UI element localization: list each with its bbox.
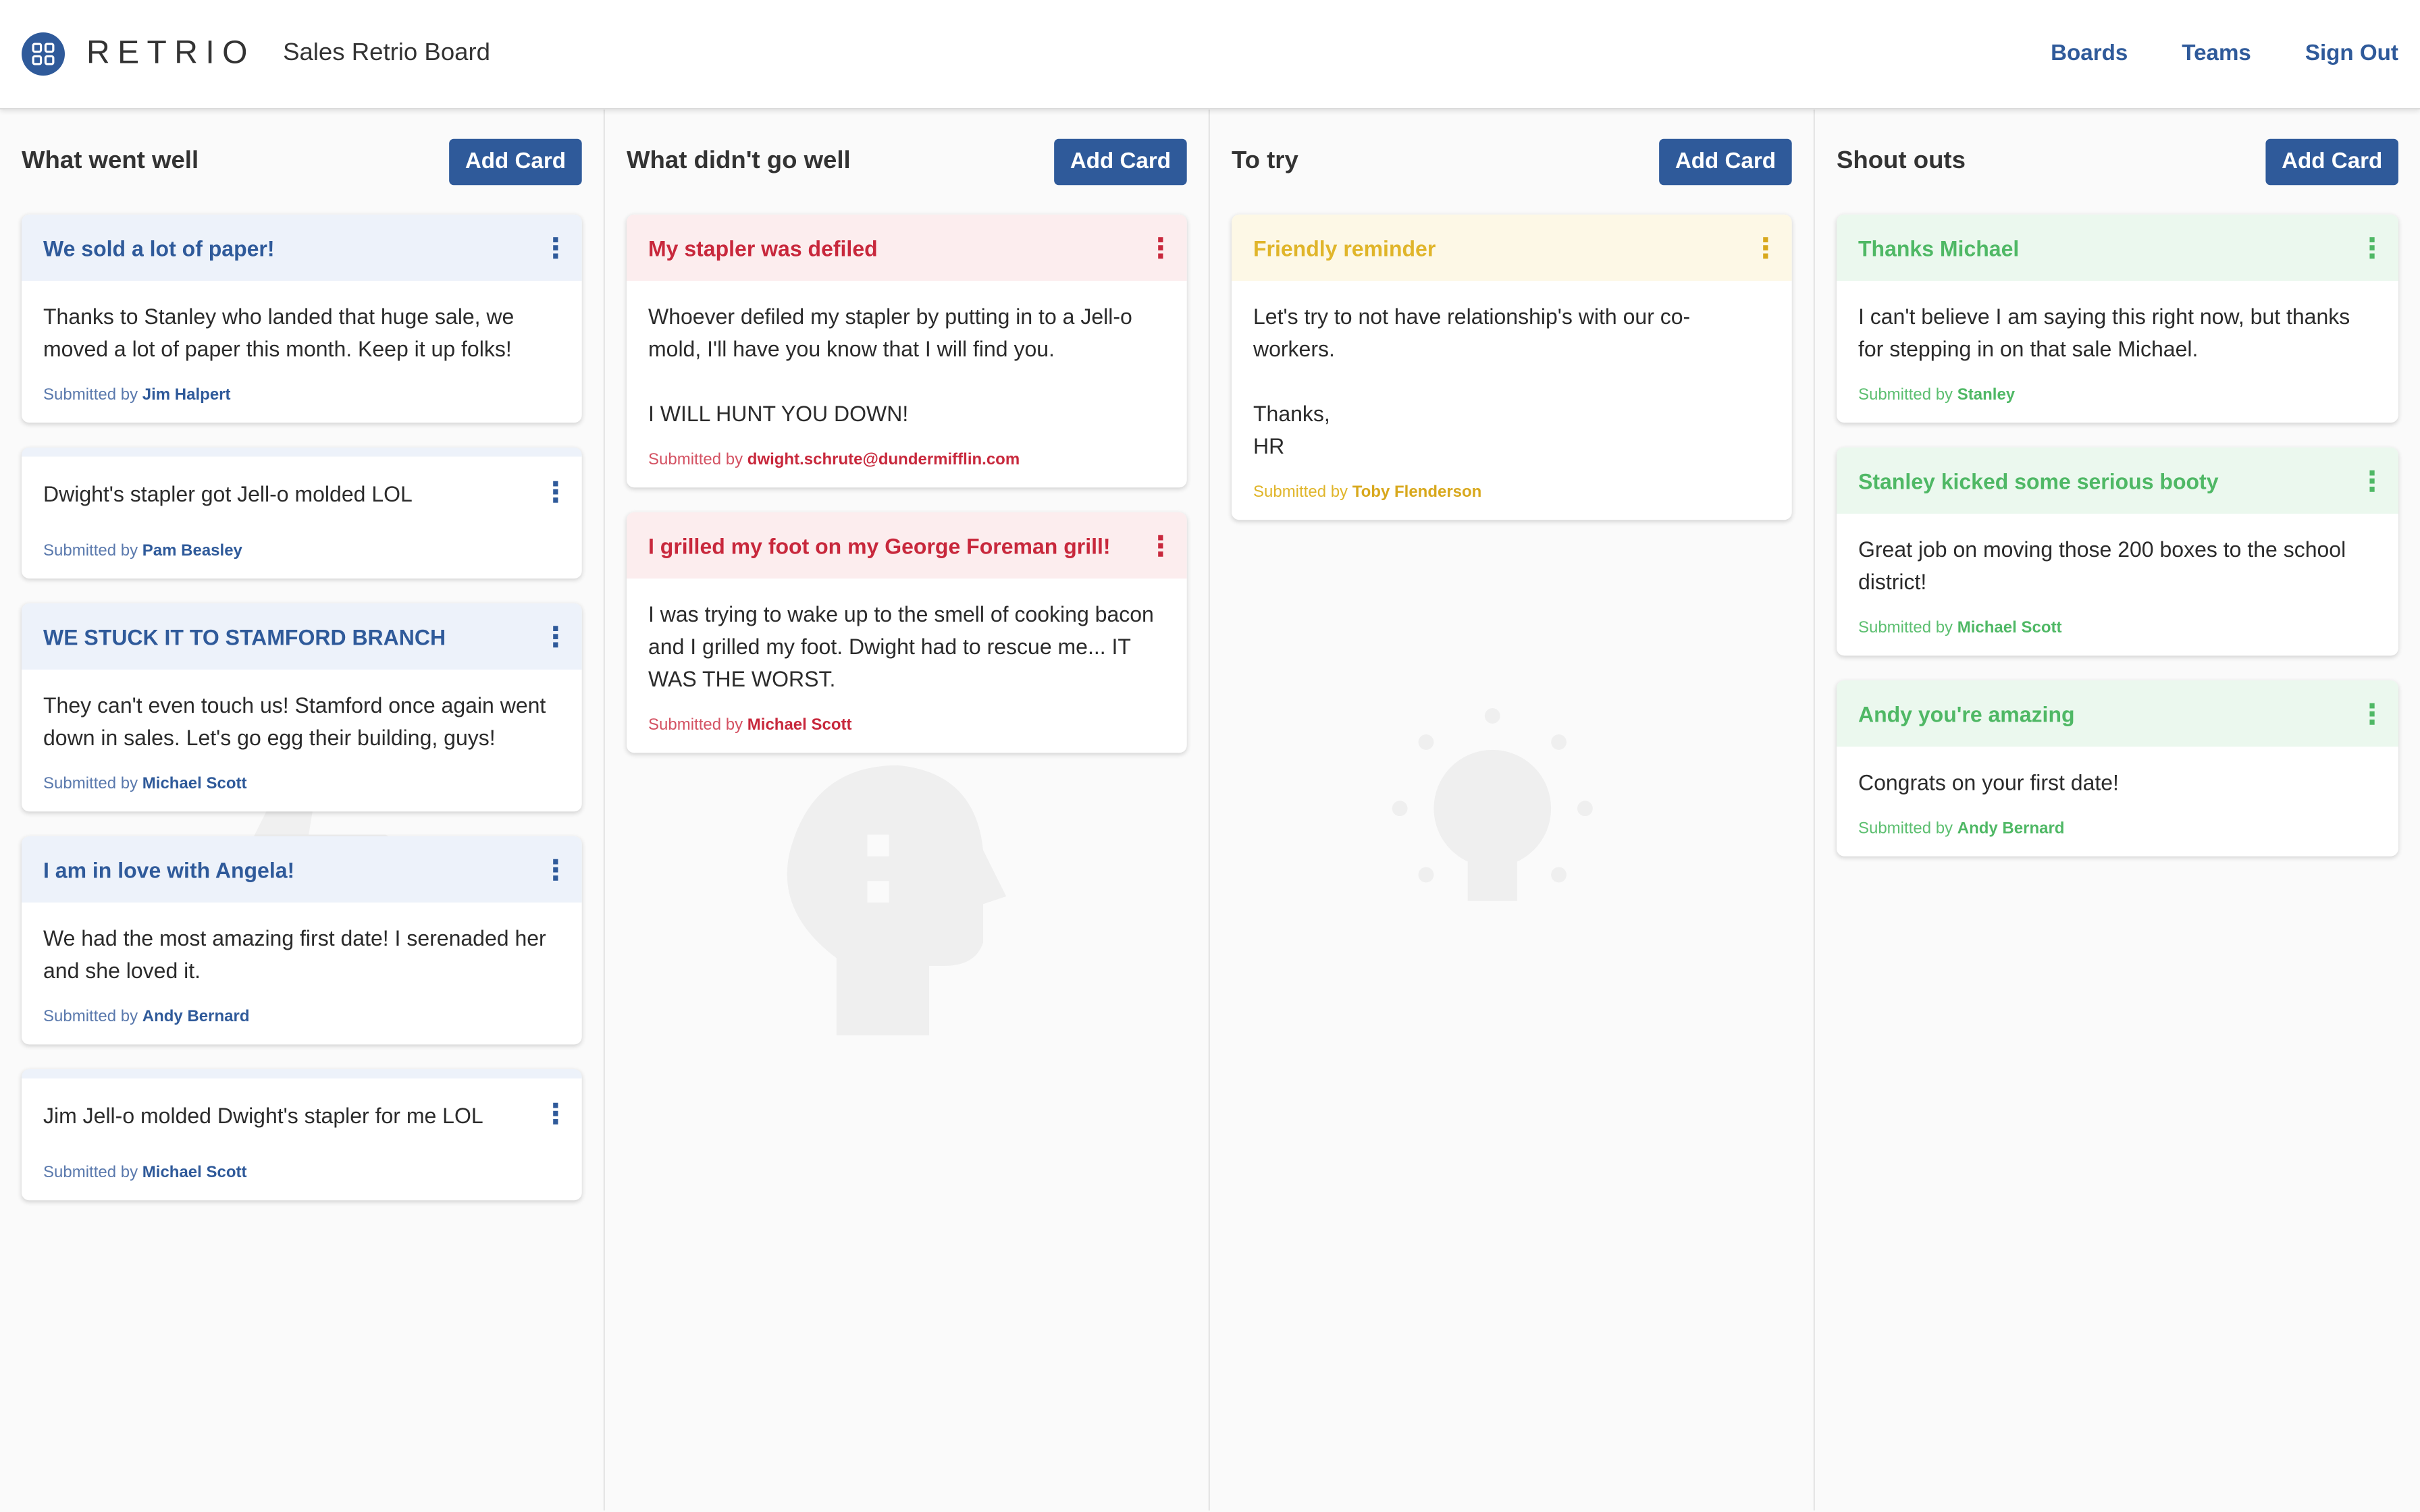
lightbulb-watermark-icon <box>1392 708 1593 901</box>
submitted-by-label: Submitted by <box>648 716 743 734</box>
more-vert-icon[interactable]: ⋮ <box>542 479 569 506</box>
card-submitted-by: Submitted by dwight.schrute@dundermiffli… <box>627 431 1187 488</box>
retro-card[interactable]: Stanley kicked some serious booty ⋮ Great… <box>1836 447 2398 656</box>
more-vert-icon[interactable]: ⋮ <box>1147 531 1174 559</box>
retro-card[interactable]: Dwight's stapler got Jell-o molded LOL ⋮ … <box>21 447 582 579</box>
card-author: Michael Scott <box>142 1163 247 1182</box>
card-title: I grilled my foot on my George Foreman g… <box>648 533 1111 558</box>
more-vert-icon[interactable]: ⋮ <box>542 1100 569 1128</box>
retro-card[interactable]: We sold a lot of paper! ⋮ Thanks to Stanl… <box>21 214 582 423</box>
column-shout-outs: Shout outs Add Card Thanks Michael ⋮ I ca… <box>1815 109 2420 1510</box>
more-vert-icon[interactable]: ⋮ <box>2359 466 2386 494</box>
card-title: WE STUCK IT TO STAMFORD BRANCH <box>43 624 446 649</box>
card-body: Let's try to not have relationship's wit… <box>1253 304 1691 458</box>
submitted-by-label: Submitted by <box>1253 483 1348 502</box>
grid-icon[interactable] <box>21 32 65 76</box>
retro-card[interactable]: Thanks Michael ⋮ I can't believe I am say… <box>1836 214 2398 423</box>
card-author: Andy Bernard <box>1957 819 2065 838</box>
add-card-button[interactable]: Add Card <box>1054 138 1187 186</box>
card-submitted-by: Submitted by Michael Scott <box>22 755 582 812</box>
submitted-by-label: Submitted by <box>43 385 138 404</box>
card-author: Michael Scott <box>747 716 852 734</box>
head-puzzle-watermark-icon <box>787 765 1007 1035</box>
column-title: What went well <box>21 148 199 175</box>
nav-boards-link[interactable]: Boards <box>2051 42 2128 67</box>
card-title: Friendly reminder <box>1253 235 1436 261</box>
submitted-by-label: Submitted by <box>43 1007 138 1026</box>
card-submitted-by: Submitted by Toby Flenderson <box>1232 463 1792 520</box>
brand-logo[interactable]: RETRIO <box>86 36 255 73</box>
card-author: Michael Scott <box>1957 618 2062 637</box>
card-submitted-by: Submitted by Andy Bernard <box>22 988 582 1045</box>
more-vert-icon[interactable]: ⋮ <box>1147 234 1174 261</box>
card-body: I can't believe I am saying this right n… <box>1858 304 2350 361</box>
more-vert-icon[interactable]: ⋮ <box>2359 234 2386 261</box>
board-columns: What went well Add Card We sold a lot of… <box>0 109 2420 1511</box>
retro-card[interactable]: Andy you're amazing ⋮ Congrats on your fi… <box>1836 680 2398 857</box>
card-title: Thanks Michael <box>1858 235 2020 261</box>
retro-card[interactable]: I am in love with Angela! ⋮ We had the mo… <box>21 836 582 1045</box>
retro-card[interactable]: Friendly reminder ⋮ Let's try to not have… <box>1231 214 1792 520</box>
card-body: Congrats on your first date! <box>1858 770 2119 795</box>
add-card-button[interactable]: Add Card <box>449 138 582 186</box>
card-submitted-by: Submitted by Michael Scott <box>22 1133 582 1201</box>
card-title: My stapler was defiled <box>648 235 878 261</box>
retro-card[interactable]: WE STUCK IT TO STAMFORD BRANCH ⋮ They can… <box>21 603 582 812</box>
column-to-try: To try Add Card Friendly reminder ⋮ Let's… <box>1210 109 1815 1511</box>
card-author: Pam Beasley <box>142 541 242 560</box>
card-body: Great job on moving those 200 boxes to t… <box>1858 537 2346 594</box>
retro-card[interactable]: My stapler was defiled ⋮ Whoever defiled … <box>626 214 1187 488</box>
card-title: We sold a lot of paper! <box>43 235 275 261</box>
card-author: Andy Bernard <box>142 1007 250 1026</box>
card-body: Jim Jell-o molded Dwight's stapler for m… <box>43 1103 483 1128</box>
submitted-by-label: Submitted by <box>43 1163 138 1182</box>
card-submitted-by: Submitted by Stanley <box>1837 366 2398 423</box>
sign-out-link[interactable]: Sign Out <box>2305 42 2398 67</box>
card-body: They can't even touch us! Stamford once … <box>43 693 546 750</box>
column-title: To try <box>1231 148 1298 175</box>
add-card-button[interactable]: Add Card <box>2265 138 2398 186</box>
card-author: Toby Flenderson <box>1352 483 1482 502</box>
card-title: Stanley kicked some serious booty <box>1858 468 2219 493</box>
submitted-by-label: Submitted by <box>43 774 138 793</box>
card-submitted-by: Submitted by Andy Bernard <box>1837 799 2398 857</box>
submitted-by-label: Submitted by <box>1858 385 1953 404</box>
card-author: Jim Halpert <box>142 385 231 404</box>
top-bar: RETRIO Sales Retrio Board Boards Teams S… <box>0 0 2420 110</box>
card-title: Andy you're amazing <box>1858 701 2075 726</box>
card-title: I am in love with Angela! <box>43 857 295 882</box>
retro-card[interactable]: I grilled my foot on my George Foreman g… <box>626 512 1187 753</box>
card-body: We had the most amazing first date! I se… <box>43 925 546 983</box>
add-card-button[interactable]: Add Card <box>1659 138 1792 186</box>
nav-teams-link[interactable]: Teams <box>2182 42 2251 67</box>
card-author: Stanley <box>1957 385 2016 404</box>
submitted-by-label: Submitted by <box>1858 819 1953 838</box>
card-body: Whoever defiled my stapler by putting in… <box>648 304 1132 426</box>
more-vert-icon[interactable]: ⋮ <box>542 622 569 650</box>
card-body: I was trying to wake up to the smell of … <box>648 601 1154 691</box>
more-vert-icon[interactable]: ⋮ <box>542 855 569 883</box>
column-didnt-go-well: What didn't go well Add Card My stapler … <box>605 109 1210 1511</box>
more-vert-icon[interactable]: ⋮ <box>542 234 569 261</box>
submitted-by-label: Submitted by <box>43 541 138 560</box>
column-title: Shout outs <box>1836 148 1966 175</box>
card-body: Thanks to Stanley who landed that huge s… <box>43 304 515 361</box>
more-vert-icon[interactable]: ⋮ <box>1752 234 1779 261</box>
card-submitted-by: Submitted by Jim Halpert <box>22 366 582 423</box>
card-submitted-by: Submitted by Pam Beasley <box>22 511 582 579</box>
top-nav: Boards Teams Sign Out <box>2051 42 2398 67</box>
submitted-by-label: Submitted by <box>1858 618 1953 637</box>
submitted-by-label: Submitted by <box>648 450 743 469</box>
card-submitted-by: Submitted by Michael Scott <box>1837 599 2398 656</box>
card-author: dwight.schrute@dundermifflin.com <box>747 450 1020 469</box>
card-submitted-by: Submitted by Michael Scott <box>627 696 1187 753</box>
card-body: Dwight's stapler got Jell-o molded LOL <box>43 481 413 506</box>
column-title: What didn't go well <box>626 148 851 175</box>
board-title: Sales Retrio Board <box>283 40 491 67</box>
column-went-well: What went well Add Card We sold a lot of… <box>0 109 605 1511</box>
retro-card[interactable]: Jim Jell-o molded Dwight's stapler for m… <box>21 1069 582 1201</box>
card-author: Michael Scott <box>142 774 247 793</box>
more-vert-icon[interactable]: ⋮ <box>2359 700 2386 728</box>
